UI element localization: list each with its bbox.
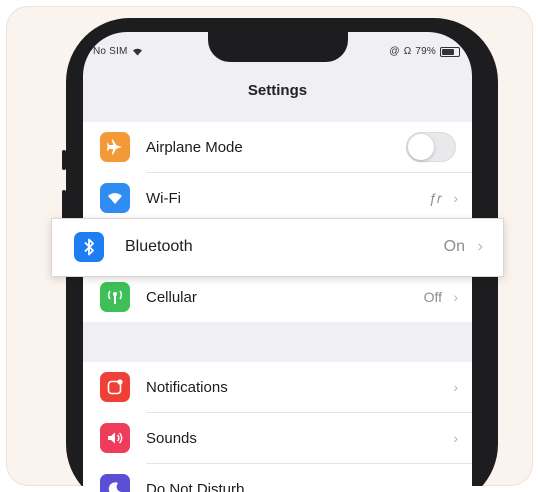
settings-row-wifi[interactable]: Wi-Fi ƒ𝑟 › — [83, 173, 472, 223]
chevron-right-icon: › — [453, 289, 458, 305]
bluetooth-value: On — [444, 238, 465, 256]
sounds-icon — [100, 423, 130, 453]
location-status-icon: @ — [389, 46, 399, 57]
settings-row-notifications[interactable]: Notifications › — [83, 362, 472, 412]
settings-row-airplane-mode[interactable]: Airplane Mode — [83, 122, 472, 172]
chevron-right-icon: › — [453, 379, 458, 395]
notifications-group: Notifications › Sounds › Do Not Disturb — [83, 362, 472, 492]
battery-icon — [440, 47, 460, 57]
status-bar-right: @ Ω 79% — [389, 46, 460, 57]
side-button-left-1 — [62, 150, 66, 170]
settings-row-label: Cellular — [146, 289, 197, 306]
settings-row-label: Notifications — [146, 379, 228, 396]
settings-row-label: Bluetooth — [125, 238, 193, 256]
cellular-icon — [100, 282, 130, 312]
chevron-right-icon: › — [453, 190, 458, 206]
airplane-icon — [100, 132, 130, 162]
chevron-right-icon: › — [453, 430, 458, 446]
wifi-icon — [100, 183, 130, 213]
page-title: Settings — [83, 82, 472, 99]
settings-row-sounds[interactable]: Sounds › — [83, 413, 472, 463]
chevron-right-icon: › — [478, 238, 483, 256]
notch — [208, 32, 348, 62]
carrier-label: No SIM — [93, 46, 128, 57]
notifications-icon — [100, 372, 130, 402]
wifi-value: ƒ𝑟 — [429, 190, 442, 207]
status-bar-left: No SIM — [93, 46, 143, 57]
settings-row-cellular[interactable]: Cellular Off › — [83, 272, 472, 322]
settings-row-bluetooth[interactable]: Bluetooth On › — [51, 218, 504, 277]
bluetooth-icon — [74, 232, 104, 262]
alarm-status-icon: Ω — [404, 46, 412, 57]
battery-percent: 79% — [415, 46, 436, 57]
toggle-knob — [408, 134, 434, 160]
settings-row-label: Airplane Mode — [146, 139, 243, 156]
settings-row-label: Sounds — [146, 430, 197, 447]
cellular-value: Off — [424, 289, 442, 305]
settings-row-label: Wi-Fi — [146, 190, 181, 207]
airplane-mode-toggle[interactable] — [406, 132, 456, 162]
wifi-status-icon — [132, 47, 143, 56]
settings-row-label: Do Not Disturb — [146, 481, 244, 492]
moon-icon — [100, 474, 130, 492]
